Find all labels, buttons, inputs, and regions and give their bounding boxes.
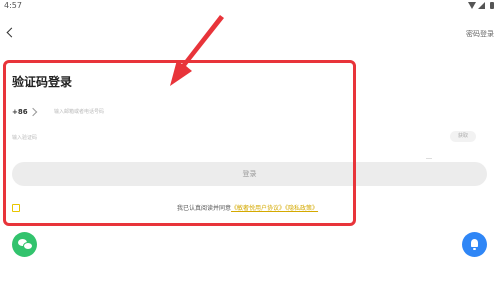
battery-icon [490,2,494,9]
bell-icon [471,239,478,247]
wechat-login-button[interactable] [12,232,37,257]
status-time: 4:57 [4,1,22,10]
back-button[interactable] [3,26,17,40]
notification-button[interactable] [462,232,487,257]
bell-clapper [473,248,476,250]
get-code-button[interactable]: 获取 [450,131,476,142]
password-login-link[interactable]: 密码登录 [466,29,494,39]
divider [426,158,432,159]
wechat-icon-bubble [23,242,33,250]
signal-icon [478,2,485,9]
annotation-arrow-icon [170,15,224,86]
status-icons [456,1,496,11]
wifi-icon [468,2,476,9]
